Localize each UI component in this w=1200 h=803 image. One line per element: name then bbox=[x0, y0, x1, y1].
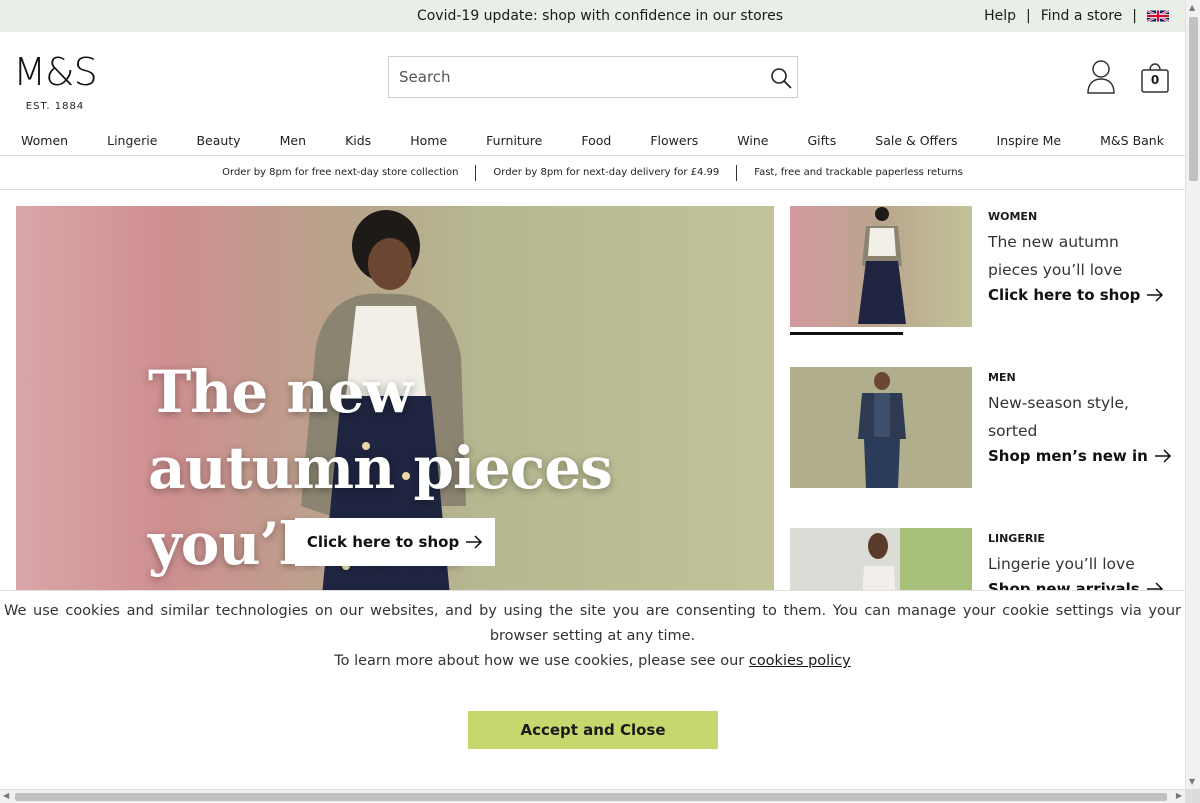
vertical-scrollbar[interactable]: ▲ ▼ bbox=[1185, 0, 1200, 789]
help-link[interactable]: Help bbox=[984, 8, 1016, 24]
delivery-message[interactable]: Order by 8pm for next-day delivery for £… bbox=[476, 167, 736, 178]
nav-item-wine[interactable]: Wine bbox=[722, 130, 783, 155]
side-promo-men[interactable]: MEN New-season style, sorted Shop men’s … bbox=[790, 367, 1180, 489]
logo-est: EST. 1884 bbox=[25, 101, 85, 112]
vertical-scroll-thumb[interactable] bbox=[1189, 17, 1198, 181]
nav-item-kids[interactable]: Kids bbox=[330, 130, 386, 155]
covid-promo-bar: Covid-19 update: shop with confidence in… bbox=[0, 0, 1185, 32]
nav-item-furniture[interactable]: Furniture bbox=[471, 130, 557, 155]
side-promo-women[interactable]: WOMEN The new autumn pieces you’ll love … bbox=[790, 206, 1180, 328]
hero-shop-button[interactable]: Click here to shop bbox=[295, 518, 495, 566]
promo-category: LINGERIE bbox=[988, 532, 1045, 545]
cookie-policy-line: To learn more about how we use cookies, … bbox=[0, 649, 1185, 674]
nav-item-gifts[interactable]: Gifts bbox=[792, 130, 851, 155]
promo-link-label: Shop men’s new in bbox=[988, 447, 1148, 465]
utility-links: Help | Find a store | bbox=[984, 8, 1169, 24]
promo-link-label: Click here to shop bbox=[988, 286, 1141, 304]
women-promo-image bbox=[790, 206, 972, 327]
arrow-right-icon bbox=[466, 535, 483, 549]
cookie-message: We use cookies and similar technologies … bbox=[4, 603, 1181, 644]
ms-logo[interactable]: M&S EST. 1884 bbox=[9, 52, 101, 112]
nav-item-sale-offers[interactable]: Sale & Offers bbox=[860, 130, 972, 155]
nav-item-ms-bank[interactable]: M&S Bank bbox=[1085, 130, 1179, 155]
horizontal-scroll-thumb[interactable] bbox=[15, 793, 1167, 801]
hero-banner[interactable]: The new autumn pieces you’ll love Click … bbox=[16, 206, 774, 606]
cookie-policy-text: To learn more about how we use cookies, … bbox=[334, 653, 745, 669]
nav-item-men[interactable]: Men bbox=[265, 130, 321, 155]
separator: | bbox=[1025, 8, 1031, 24]
nav-item-lingerie[interactable]: Lingerie bbox=[92, 130, 172, 155]
scroll-down-icon[interactable]: ▼ bbox=[1189, 777, 1195, 786]
nav-item-women[interactable]: Women bbox=[6, 130, 83, 155]
find-store-link[interactable]: Find a store bbox=[1041, 8, 1123, 24]
promo-title: The new autumn pieces you’ll love bbox=[988, 233, 1123, 279]
promo-link[interactable]: Shop men’s new in bbox=[988, 447, 1172, 465]
promo-title: Lingerie you’ll love bbox=[988, 555, 1135, 573]
scroll-left-icon[interactable]: ◀ bbox=[3, 791, 9, 800]
accept-and-close-button[interactable]: Accept and Close bbox=[468, 711, 718, 749]
main-nav: Women Lingerie Beauty Men Kids Home Furn… bbox=[0, 130, 1185, 156]
nav-item-beauty[interactable]: Beauty bbox=[181, 130, 255, 155]
bag-count: 0 bbox=[1150, 73, 1160, 87]
promo-title: New-season style, sorted bbox=[988, 394, 1129, 440]
cookies-policy-link[interactable]: cookies policy bbox=[749, 653, 851, 669]
scrollbar-corner bbox=[1185, 789, 1200, 803]
delivery-strip: Order by 8pm for free next-day store col… bbox=[0, 156, 1185, 190]
shopping-bag[interactable]: 0 bbox=[1140, 60, 1170, 94]
search-input[interactable] bbox=[389, 57, 749, 97]
promo-category: MEN bbox=[988, 371, 1016, 384]
nav-item-flowers[interactable]: Flowers bbox=[635, 130, 713, 155]
account-icon[interactable] bbox=[1086, 58, 1116, 94]
nav-item-home[interactable]: Home bbox=[395, 130, 462, 155]
men-promo-image bbox=[790, 367, 972, 488]
promo-link[interactable]: Click here to shop bbox=[988, 286, 1164, 304]
promo-category: WOMEN bbox=[988, 210, 1038, 223]
nav-item-food[interactable]: Food bbox=[566, 130, 626, 155]
separator: | bbox=[1132, 8, 1137, 24]
delivery-message[interactable]: Fast, free and trackable paperless retur… bbox=[737, 167, 980, 178]
search-icon[interactable] bbox=[769, 66, 793, 90]
uk-flag-icon[interactable] bbox=[1147, 9, 1169, 23]
search-box bbox=[388, 56, 798, 98]
scroll-up-icon[interactable]: ▲ bbox=[1189, 3, 1195, 12]
scroll-right-icon[interactable]: ▶ bbox=[1176, 791, 1182, 800]
carousel-active-indicator bbox=[790, 332, 903, 335]
cookie-banner: We use cookies and similar technologies … bbox=[0, 590, 1185, 789]
delivery-message[interactable]: Order by 8pm for free next-day store col… bbox=[205, 167, 475, 178]
arrow-right-icon bbox=[1147, 288, 1164, 302]
hero-shop-label: Click here to shop bbox=[306, 533, 460, 551]
logo-mark: M&S bbox=[13, 50, 98, 94]
horizontal-scrollbar[interactable]: ◀ ▶ bbox=[0, 789, 1185, 803]
nav-item-inspire-me[interactable]: Inspire Me bbox=[982, 130, 1077, 155]
site-header: M&S EST. 1884 0 bbox=[0, 32, 1185, 130]
page-viewport: Covid-19 update: shop with confidence in… bbox=[0, 0, 1185, 789]
arrow-right-icon bbox=[1154, 449, 1171, 463]
